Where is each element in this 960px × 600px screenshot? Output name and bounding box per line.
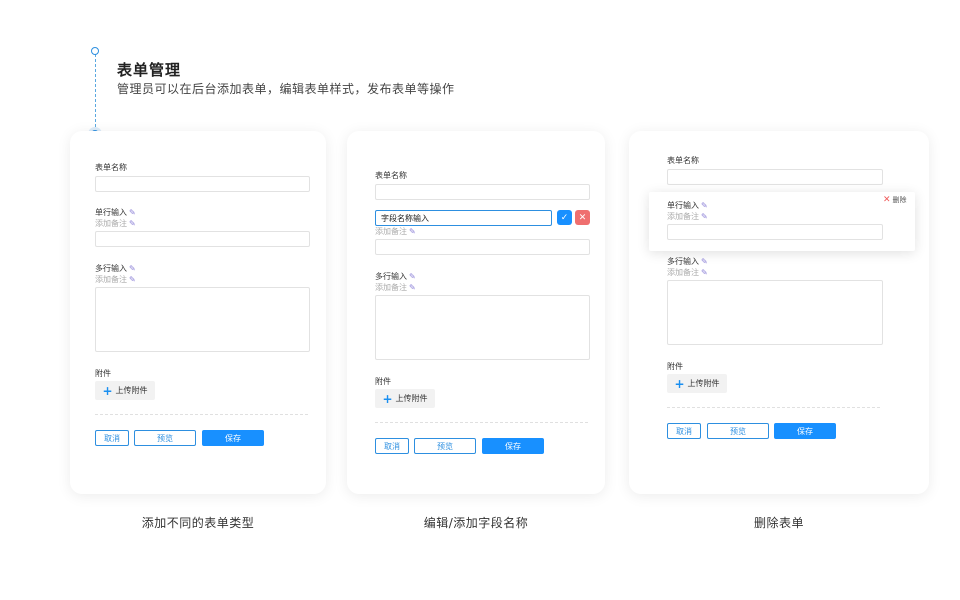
pencil-icon[interactable]: ✎ [409,283,416,292]
save-button[interactable]: 保存 [774,423,836,439]
form-name-input[interactable] [375,184,590,200]
form-name-label: 表单名称 [667,156,699,165]
cancel-button[interactable]: 取消 [375,438,409,454]
add-note-text: 添加备注 [95,275,127,284]
close-icon: ✕ [883,195,891,205]
single-line-label-text: 单行输入 [95,208,127,217]
single-line-label: 单行输入 ✎ [667,200,708,211]
pencil-icon[interactable]: ✎ [409,272,416,281]
add-note-label: 添加备注 ✎ [95,274,136,285]
cancel-button[interactable]: 取消 [667,423,701,439]
add-note-text: 添加备注 [375,227,407,236]
multi-line-label: 多行输入 ✎ [375,271,416,282]
form-name-input[interactable] [667,169,883,185]
single-line-input[interactable] [667,224,883,240]
pencil-icon[interactable]: ✎ [129,264,136,273]
single-line-label: 单行输入 ✎ [95,207,136,218]
timeline-connector [95,54,96,132]
delete-field-button[interactable]: ✕ 删除 [883,195,907,205]
save-button[interactable]: 保存 [482,438,544,454]
single-line-input[interactable] [95,231,310,247]
upload-attachment-button[interactable]: + 上传附件 [667,374,727,393]
add-note-label: 添加备注 ✎ [95,218,136,229]
upload-label: 上传附件 [115,386,148,395]
upload-label: 上传附件 [395,394,428,403]
form-card-delete: 表单名称 ✕ 删除 单行输入 ✎ 添加备注 ✎ 多行输入 ✎ 添加备注 ✎ 附件 + 上传附… [629,131,929,494]
multi-line-textarea[interactable] [667,280,883,345]
add-note-label: 添加备注 ✎ [375,226,416,237]
add-note-label: 添加备注 ✎ [667,267,708,278]
check-icon[interactable]: ✓ [557,210,572,225]
multi-line-label-text: 多行输入 [95,264,127,273]
pencil-icon[interactable]: ✎ [701,268,708,277]
add-note-text: 添加备注 [667,212,699,221]
add-note-text: 添加备注 [667,268,699,277]
page-title: 表单管理 [117,61,182,79]
caption-edit-field: 编辑/添加字段名称 [423,516,529,530]
preview-button[interactable]: 预览 [707,423,769,439]
preview-button[interactable]: 预览 [134,430,196,446]
upload-attachment-button[interactable]: + 上传附件 [375,389,435,408]
upload-attachment-button[interactable]: + 上传附件 [95,381,155,400]
preview-button[interactable]: 预览 [414,438,476,454]
caption-add-types: 添加不同的表单类型 [141,516,255,530]
attachment-label: 附件 [95,369,111,378]
multi-line-textarea[interactable] [95,287,310,352]
attachment-label: 附件 [375,377,391,386]
pencil-icon[interactable]: ✎ [701,201,708,210]
add-note-text: 添加备注 [375,283,407,292]
multi-line-label: 多行输入 ✎ [95,263,136,274]
single-line-input[interactable] [375,239,590,255]
multi-line-label: 多行输入 ✎ [667,256,708,267]
form-name-label: 表单名称 [95,163,127,172]
pencil-icon[interactable]: ✎ [129,275,136,284]
divider [667,407,880,408]
multi-line-textarea[interactable] [375,295,590,360]
plus-icon: + [674,376,685,391]
multi-line-label-text: 多行输入 [375,272,407,281]
add-note-text: 添加备注 [95,219,127,228]
delete-label: 删除 [892,196,907,204]
plus-icon: + [382,391,393,406]
divider [95,414,308,415]
plus-icon: + [102,383,113,398]
timeline-node-icon [91,47,99,55]
pencil-icon[interactable]: ✎ [129,219,136,228]
caption-delete: 删除表单 [753,516,804,530]
single-line-label-text: 单行输入 [667,201,699,210]
cancel-button[interactable]: 取消 [95,430,129,446]
close-icon[interactable]: ✕ [575,210,590,225]
attachment-label: 附件 [667,362,683,371]
pencil-icon[interactable]: ✎ [129,208,136,217]
pencil-icon[interactable]: ✎ [701,257,708,266]
add-note-label: 添加备注 ✎ [375,282,416,293]
add-note-label: 添加备注 ✎ [667,211,708,222]
form-name-input[interactable] [95,176,310,192]
multi-line-label-text: 多行输入 [667,257,699,266]
form-card-add-types: 表单名称 单行输入 ✎ 添加备注 ✎ 多行输入 ✎ 添加备注 ✎ 附件 + 上传附件 取消… [70,131,326,494]
pencil-icon[interactable]: ✎ [701,212,708,221]
save-button[interactable]: 保存 [202,430,264,446]
pencil-icon[interactable]: ✎ [409,227,416,236]
form-name-label: 表单名称 [375,171,407,180]
form-card-edit-field: 表单名称 字段名称输入 ✓ ✕ 添加备注 ✎ 多行输入 ✎ 添加备注 ✎ 附件 + 上传… [347,131,605,494]
upload-label: 上传附件 [687,379,720,388]
divider [375,422,588,423]
page-description: 管理员可以在后台添加表单，编辑表单样式，发布表单等操作 [117,82,455,96]
field-name-edit-input[interactable]: 字段名称输入 [375,210,552,226]
